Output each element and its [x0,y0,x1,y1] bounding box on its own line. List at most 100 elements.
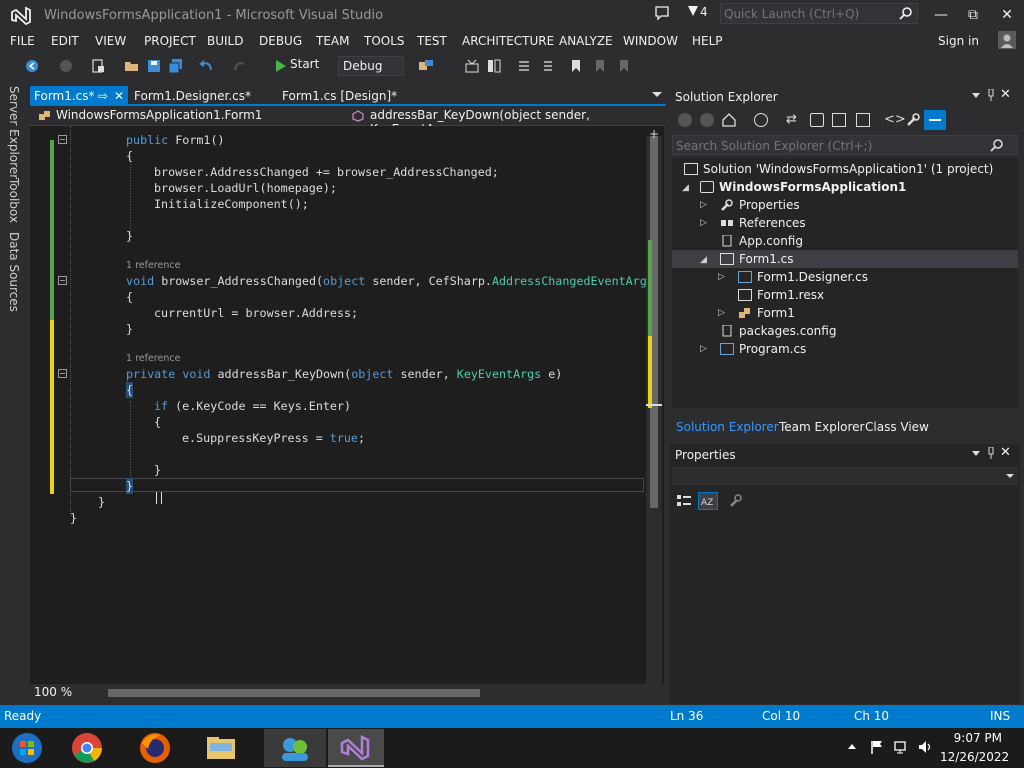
collapse-toggle[interactable] [58,276,67,285]
prev-bookmark-icon[interactable] [616,58,632,74]
menu-debug[interactable]: DEBUG [259,34,302,48]
menu-analyze[interactable]: ANALYZE [559,34,613,48]
pin-icon[interactable]: ⇨ [98,89,108,103]
view-code-icon[interactable]: <> [884,112,906,127]
split-icon[interactable]: + [648,128,660,140]
data-sources-tab[interactable]: Data Sources [7,232,21,312]
show-all-files-icon[interactable] [832,113,846,127]
tree-item-project[interactable]: WindowsFormsApplication1 [700,178,906,196]
comment-icon[interactable] [516,58,532,74]
new-project-icon[interactable] [90,58,106,74]
codelens-reference[interactable]: 1 reference [126,353,180,364]
menu-architecture[interactable]: ARCHITECTURE [462,34,554,48]
expanded-arrow-icon[interactable]: ◢ [682,183,689,193]
menu-help[interactable]: HELP [692,34,723,48]
undo-icon[interactable] [198,58,214,74]
menu-file[interactable]: FILE [10,34,35,48]
tree-item-form1-designer[interactable]: Form1.Designer.cs [738,268,868,286]
alphabetical-icon[interactable]: AZ [698,492,718,510]
chrome-icon[interactable] [68,729,106,767]
open-folder-icon[interactable] [124,58,140,74]
menu-edit[interactable]: EDIT [51,34,79,48]
save-all-icon[interactable] [168,58,184,74]
sync-icon[interactable] [754,113,768,127]
sign-in-link[interactable]: Sign in [938,34,979,48]
forward-icon[interactable] [58,58,74,74]
collapsed-arrow-icon[interactable]: ▷ [700,218,707,228]
tree-item-form1-class[interactable]: Form1 [738,304,795,322]
collapsed-arrow-icon[interactable]: ▷ [700,344,707,354]
action-center-flag-icon[interactable] [870,740,884,754]
close-tab-icon[interactable]: ✕ [114,89,124,103]
uncomment-icon[interactable] [538,58,554,74]
collapse-toggle[interactable] [58,135,67,144]
close-panel-icon[interactable]: ✕ [1000,445,1011,460]
codelens-reference[interactable]: 1 reference [126,260,180,271]
home-icon[interactable] [722,113,736,127]
editor-vertical-scrollbar[interactable] [646,136,662,684]
volume-icon[interactable] [918,740,934,754]
save-icon[interactable] [146,58,162,74]
messenger-icon[interactable] [264,729,326,767]
tree-item-form1-cs[interactable]: Form1.cs [720,250,794,268]
restore-button[interactable]: ⧉ [958,4,988,26]
tab-team-explorer[interactable]: Team Explorer [779,420,865,434]
property-pages-icon[interactable] [728,493,744,509]
tree-item-packages-config[interactable]: packages.config [720,322,836,340]
solution-config-icon[interactable] [464,58,480,74]
taskbar-clock[interactable]: 9:07 PM [940,731,1002,745]
start-button[interactable]: Start [276,57,319,75]
solution-search-input[interactable] [676,138,976,153]
find-icon[interactable] [418,58,434,74]
menu-view[interactable]: VIEW [95,34,126,48]
categorized-icon[interactable] [676,493,692,509]
solution-explorer-search[interactable] [672,135,1018,155]
menu-team[interactable]: TEAM [316,34,349,48]
tab-solution-explorer[interactable]: Solution Explorer [676,420,779,434]
panel-menu-icon[interactable] [972,93,980,98]
collapse-all-icon[interactable] [810,113,824,127]
refresh-icon[interactable]: ⇄ [786,113,800,127]
configuration-dropdown[interactable]: Debug [338,56,404,76]
tab-overflow-icon[interactable] [652,92,662,97]
collapsed-arrow-icon[interactable]: ▷ [718,272,725,282]
tab-class-view[interactable]: Class View [865,420,929,434]
pin-icon[interactable] [986,89,996,101]
wrench-icon[interactable] [906,113,920,127]
class-dropdown[interactable]: WindowsFormsApplication1.Form1 [34,108,340,125]
member-dropdown[interactable]: addressBar_KeyDown(object sender, KeyEve… [348,108,664,136]
toolbox-tab[interactable]: Toolbox [7,178,21,223]
panel-menu-icon[interactable] [972,451,980,456]
menu-project[interactable]: PROJECT [144,34,196,48]
menu-window[interactable]: WINDOW [623,34,678,48]
class-view-icon[interactable] [486,58,502,74]
collapsed-arrow-icon[interactable]: ▷ [718,308,725,318]
redo-icon[interactable] [232,58,248,74]
tab-form1-cs[interactable]: Form1.cs* ⇨ ✕ [30,86,128,106]
properties-icon[interactable] [856,113,870,127]
tab-form1-design[interactable]: Form1.cs [Design]* [278,86,401,106]
show-hidden-icons-icon[interactable] [848,744,856,749]
visual-studio-taskbar-icon[interactable] [328,729,384,767]
quick-launch-input[interactable] [724,6,894,22]
tab-form1-designer[interactable]: Form1.Designer.cs* [130,86,255,106]
firefox-icon[interactable] [136,729,174,767]
server-explorer-tab[interactable]: Server Explorer [7,86,21,179]
expanded-arrow-icon[interactable]: ◢ [700,255,707,265]
pin-icon[interactable] [986,447,996,459]
network-icon[interactable] [894,740,910,754]
tree-item-program-cs[interactable]: Program.cs [720,340,806,358]
forward-icon[interactable] [700,113,714,127]
start-orb-icon[interactable] [8,729,46,767]
close-button[interactable]: ✕ [992,4,1022,26]
tree-item-solution[interactable]: Solution 'WindowsFormsApplication1' (1 p… [684,160,993,178]
collapsed-arrow-icon[interactable]: ▷ [700,200,707,210]
horizontal-scrollbar-thumb[interactable] [108,689,480,697]
properties-object-dropdown[interactable] [672,467,1018,485]
menu-tools[interactable]: TOOLS [364,34,405,48]
taskbar-date[interactable]: 12/26/2022 [940,750,1009,764]
menu-test[interactable]: TEST [417,34,447,48]
notification-icon[interactable] [654,5,670,21]
tree-item-form1-resx[interactable]: Form1.resx [738,286,824,304]
back-icon[interactable] [678,113,692,127]
